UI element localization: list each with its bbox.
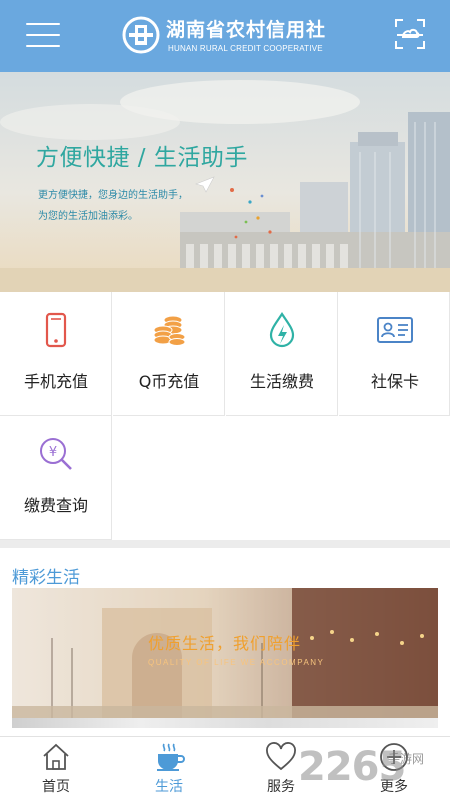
next-promo-strip [12, 718, 438, 728]
mobile-phone-icon [45, 312, 67, 348]
bottom-tab-bar: 首页 生活 服务 更多 [0, 736, 450, 800]
plus-circle-icon [380, 743, 408, 771]
svg-text:¥: ¥ [49, 445, 57, 460]
tab-label: 生活 [155, 779, 183, 795]
service-label: 社保卡 [370, 372, 419, 391]
tab-service[interactable]: 服务 [225, 737, 337, 800]
coffee-cup-icon [157, 743, 185, 771]
service-label: 手机充值 [23, 372, 88, 391]
tab-more[interactable]: 更多 [338, 737, 450, 800]
banner-title: 方便快捷 / 生活助手 [36, 145, 248, 171]
service-qcoin-topup[interactable]: Q币充值 [113, 292, 225, 416]
section-divider [0, 540, 450, 548]
id-card-icon [377, 317, 413, 343]
promo-subtitle: QUALITY OF LIFE WE ACCOMPANY [148, 658, 325, 667]
service-label: 缴费查询 [23, 496, 88, 515]
brand-logo: 湖南省农村信用社 HUNAN RURAL CREDIT COOPERATIVE [122, 14, 342, 60]
tab-home[interactable]: 首页 [0, 737, 112, 800]
grid-empty-area [113, 416, 450, 540]
banner-subtitle-line1: 更方便快捷，您身边的生活助手， [38, 190, 188, 201]
tab-label: 首页 [42, 779, 70, 795]
tab-label: 更多 [380, 779, 408, 795]
service-grid: 手机充值 Q币充值 生活缴费 社保卡 ¥ 缴费查询 [0, 292, 450, 540]
promo-title: 优质生活，我们陪伴 [148, 634, 302, 653]
service-payment-query[interactable]: ¥ 缴费查询 [0, 416, 112, 540]
service-label: Q币充值 [138, 372, 200, 391]
brand-name-cn: 湖南省农村信用社 [166, 19, 327, 41]
promo-banner[interactable]: 优质生活，我们陪伴 QUALITY OF LIFE WE ACCOMPANY [12, 588, 438, 718]
city-skyline-illustration [0, 72, 450, 292]
hero-banner[interactable]: 方便快捷 / 生活助手 更方便快捷，您身边的生活助手， 为您的生活加油添彩。 [0, 72, 450, 292]
brand-name-en: HUNAN RURAL CREDIT COOPERATIVE [168, 44, 323, 53]
yuan-search-icon: ¥ [40, 438, 72, 470]
tab-label: 服务 [267, 779, 295, 795]
section-title: 精彩生活 [12, 568, 80, 588]
banner-subtitle-line2: 为您的生活加油添彩。 [38, 211, 138, 222]
service-label: 生活缴费 [249, 372, 314, 391]
service-utility-payment[interactable]: 生活缴费 [226, 292, 338, 416]
scan-icon[interactable] [394, 18, 426, 50]
hamburger-menu-icon[interactable] [26, 20, 60, 50]
heart-icon [266, 742, 296, 771]
bank-emblem-icon [122, 16, 160, 54]
home-icon [43, 743, 69, 770]
utility-drop-icon [269, 312, 295, 348]
coins-icon [153, 315, 186, 346]
service-mobile-topup[interactable]: 手机充值 [0, 292, 112, 416]
tab-life[interactable]: 生活 [113, 737, 225, 800]
top-header: 湖南省农村信用社 HUNAN RURAL CREDIT COOPERATIVE [0, 0, 450, 72]
service-social-security-card[interactable]: 社保卡 [339, 292, 450, 416]
